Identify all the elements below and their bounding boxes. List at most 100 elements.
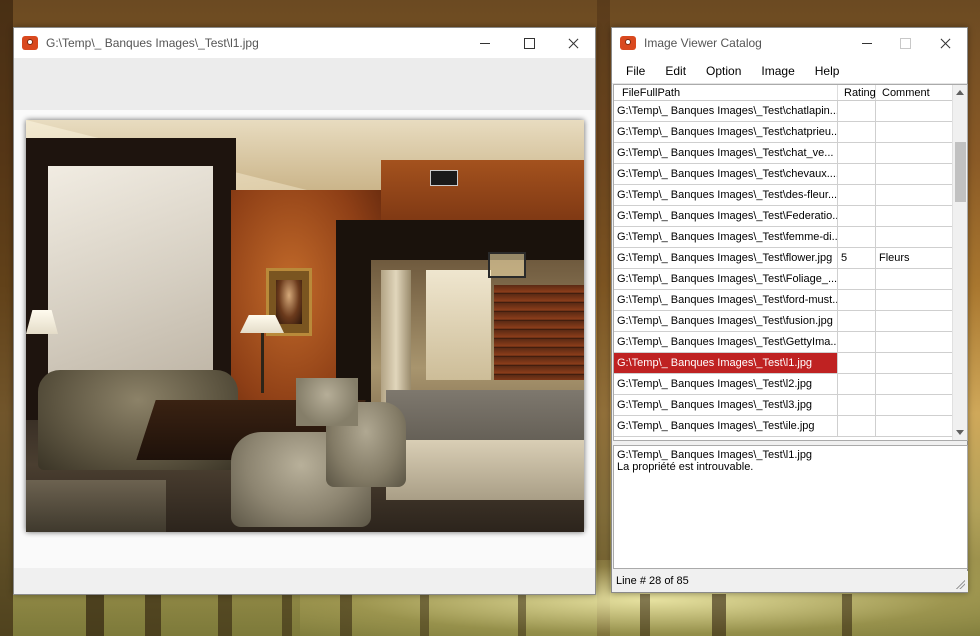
info-message: La propriété est introuvable. xyxy=(617,461,754,473)
table-row[interactable]: G:\Temp\_ Banques Images\_Test\femme-di.… xyxy=(614,227,953,248)
table-row[interactable]: G:\Temp\_ Banques Images\_Test\ford-must… xyxy=(614,290,953,311)
cell-path[interactable]: G:\Temp\_ Banques Images\_Test\l1.jpg xyxy=(614,353,838,373)
cell-rating[interactable] xyxy=(838,269,876,289)
wallpaper-tree xyxy=(842,594,852,636)
cell-path[interactable]: G:\Temp\_ Banques Images\_Test\flower.jp… xyxy=(614,248,838,268)
viewer-toolbar-area xyxy=(14,58,595,110)
cell-comment[interactable] xyxy=(876,353,953,373)
table-row[interactable]: G:\Temp\_ Banques Images\_Test\chatlapin… xyxy=(614,101,953,122)
photo-ottoman xyxy=(26,480,166,532)
table-row[interactable]: G:\Temp\_ Banques Images\_Test\Foliage_.… xyxy=(614,269,953,290)
menu-option[interactable]: Option xyxy=(696,64,751,78)
cell-path[interactable]: G:\Temp\_ Banques Images\_Test\des-fleur… xyxy=(614,185,838,205)
cell-rating[interactable] xyxy=(838,395,876,415)
menu-image[interactable]: Image xyxy=(751,64,804,78)
cell-path[interactable]: G:\Temp\_ Banques Images\_Test\Foliage_.… xyxy=(614,269,838,289)
cell-rating[interactable] xyxy=(838,416,876,436)
resize-grip-icon[interactable] xyxy=(955,579,965,589)
table-row[interactable]: G:\Temp\_ Banques Images\_Test\chevaux..… xyxy=(614,164,953,185)
scroll-thumb[interactable] xyxy=(955,142,966,202)
photo-lamp-stand xyxy=(261,333,264,393)
table-row[interactable]: G:\Temp\_ Banques Images\_Test\ile.jpg xyxy=(614,416,953,437)
cell-path[interactable]: G:\Temp\_ Banques Images\_Test\l3.jpg xyxy=(614,395,838,415)
table-row[interactable]: G:\Temp\_ Banques Images\_Test\flower.jp… xyxy=(614,248,953,269)
menu-help[interactable]: Help xyxy=(805,64,850,78)
wallpaper-tree xyxy=(340,594,352,636)
cell-rating[interactable] xyxy=(838,185,876,205)
column-header-path[interactable]: FileFullPath xyxy=(614,85,838,100)
photo-lantern xyxy=(488,252,526,278)
table-row[interactable]: G:\Temp\_ Banques Images\_Test\fusion.jp… xyxy=(614,311,953,332)
wallpaper-tree xyxy=(420,594,429,636)
cell-path[interactable]: G:\Temp\_ Banques Images\_Test\ford-must… xyxy=(614,290,838,310)
minimize-button[interactable] xyxy=(463,28,507,58)
table-row[interactable]: G:\Temp\_ Banques Images\_Test\l2.jpg xyxy=(614,374,953,395)
catalog-titlebar[interactable]: Image Viewer Catalog xyxy=(612,28,967,58)
table-row[interactable]: G:\Temp\_ Banques Images\_Test\chat_ve..… xyxy=(614,143,953,164)
cell-rating[interactable] xyxy=(838,164,876,184)
grid-scrollbar[interactable] xyxy=(952,85,967,440)
cell-path[interactable]: G:\Temp\_ Banques Images\_Test\femme-di.… xyxy=(614,227,838,247)
photo-exit-sign xyxy=(430,170,458,186)
cell-path[interactable]: G:\Temp\_ Banques Images\_Test\chatlapin… xyxy=(614,101,838,121)
cell-comment[interactable] xyxy=(876,164,953,184)
close-button[interactable] xyxy=(551,28,595,58)
cell-comment[interactable] xyxy=(876,185,953,205)
table-row[interactable]: G:\Temp\_ Banques Images\_Test\chatprieu… xyxy=(614,122,953,143)
cell-comment[interactable]: Fleurs xyxy=(876,248,953,268)
cell-comment[interactable] xyxy=(876,374,953,394)
cell-comment[interactable] xyxy=(876,395,953,415)
cell-path[interactable]: G:\Temp\_ Banques Images\_Test\GettyIma.… xyxy=(614,332,838,352)
wallpaper-tree xyxy=(712,594,726,636)
cell-path[interactable]: G:\Temp\_ Banques Images\_Test\ile.jpg xyxy=(614,416,838,436)
cell-comment[interactable] xyxy=(876,416,953,436)
cell-rating[interactable] xyxy=(838,353,876,373)
cell-comment[interactable] xyxy=(876,269,953,289)
cell-path[interactable]: G:\Temp\_ Banques Images\_Test\fusion.jp… xyxy=(614,311,838,331)
cell-comment[interactable] xyxy=(876,290,953,310)
grid-body: G:\Temp\_ Banques Images\_Test\chatlapin… xyxy=(614,101,953,440)
cell-path[interactable]: G:\Temp\_ Banques Images\_Test\chevaux..… xyxy=(614,164,838,184)
cell-path[interactable]: G:\Temp\_ Banques Images\_Test\chatprieu… xyxy=(614,122,838,142)
cell-comment[interactable] xyxy=(876,206,953,226)
maximize-button[interactable] xyxy=(507,28,551,58)
menu-file[interactable]: File xyxy=(616,64,655,78)
viewer-titlebar[interactable]: G:\Temp\_ Banques Images\_Test\l1.jpg xyxy=(14,28,595,58)
table-row[interactable]: G:\Temp\_ Banques Images\_Test\l1.jpg xyxy=(614,353,953,374)
cell-rating[interactable] xyxy=(838,374,876,394)
table-row[interactable]: G:\Temp\_ Banques Images\_Test\des-fleur… xyxy=(614,185,953,206)
cell-comment[interactable] xyxy=(876,227,953,247)
maximize-button xyxy=(883,28,927,58)
wallpaper-tree xyxy=(0,0,13,636)
cell-comment[interactable] xyxy=(876,122,953,142)
column-header-rating[interactable]: Rating xyxy=(838,85,876,100)
cell-comment[interactable] xyxy=(876,143,953,163)
menu-edit[interactable]: Edit xyxy=(655,64,696,78)
table-row[interactable]: G:\Temp\_ Banques Images\_Test\Federatio… xyxy=(614,206,953,227)
cell-path[interactable]: G:\Temp\_ Banques Images\_Test\chat_ve..… xyxy=(614,143,838,163)
cell-rating[interactable] xyxy=(838,206,876,226)
cell-rating[interactable] xyxy=(838,227,876,247)
cell-rating[interactable] xyxy=(838,101,876,121)
cell-comment[interactable] xyxy=(876,332,953,352)
cell-path[interactable]: G:\Temp\_ Banques Images\_Test\Federatio… xyxy=(614,206,838,226)
cell-rating[interactable]: 5 xyxy=(838,248,876,268)
scroll-up-icon[interactable] xyxy=(956,90,964,95)
cell-comment[interactable] xyxy=(876,101,953,121)
cell-comment[interactable] xyxy=(876,311,953,331)
catalog-grid[interactable]: FileFullPath Rating Comment G:\Temp\_ Ba… xyxy=(613,84,968,441)
cell-rating[interactable] xyxy=(838,290,876,310)
table-row[interactable]: G:\Temp\_ Banques Images\_Test\l3.jpg xyxy=(614,395,953,416)
cell-rating[interactable] xyxy=(838,311,876,331)
cell-rating[interactable] xyxy=(838,332,876,352)
wallpaper-tree xyxy=(145,594,161,636)
close-button[interactable] xyxy=(923,28,967,58)
cell-path[interactable]: G:\Temp\_ Banques Images\_Test\l2.jpg xyxy=(614,374,838,394)
cell-rating[interactable] xyxy=(838,122,876,142)
table-row[interactable]: G:\Temp\_ Banques Images\_Test\GettyIma.… xyxy=(614,332,953,353)
displayed-photo[interactable] xyxy=(26,120,584,532)
info-pane[interactable]: G:\Temp\_ Banques Images\_Test\l1.jpg La… xyxy=(613,445,968,569)
cell-rating[interactable] xyxy=(838,143,876,163)
scroll-down-icon[interactable] xyxy=(956,430,964,435)
column-header-comment[interactable]: Comment xyxy=(876,85,953,100)
